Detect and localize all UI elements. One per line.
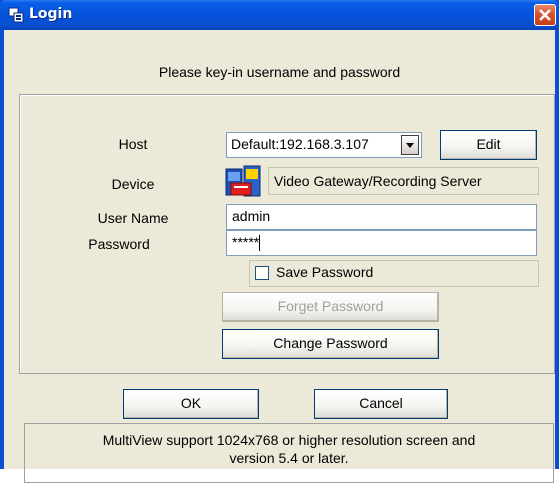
username-label: User Name	[97, 210, 169, 226]
text-cursor	[259, 235, 261, 252]
login-window-icon	[8, 7, 24, 23]
host-label: Host	[118, 136, 148, 152]
edit-button[interactable]: Edit	[440, 130, 537, 160]
device-label: Device	[111, 176, 155, 192]
username-input[interactable]: admin	[226, 204, 537, 230]
cancel-button[interactable]: Cancel	[314, 389, 448, 419]
close-icon	[539, 9, 551, 21]
ok-button[interactable]: OK	[123, 389, 259, 419]
save-password-label[interactable]: Save Password	[276, 264, 373, 280]
device-value: Video Gateway/Recording Server	[274, 173, 482, 189]
resolution-info: MultiView support 1024x768 or higher res…	[24, 423, 554, 483]
host-select-value: Default:192.168.3.107	[231, 136, 369, 152]
password-value: *****	[232, 234, 260, 250]
info-line-1: MultiView support 1024x768 or higher res…	[102, 432, 476, 448]
close-button[interactable]	[534, 4, 556, 26]
instruction-heading: Please key-in username and password	[158, 64, 401, 80]
info-line-2: version 5.4 or later.	[229, 450, 349, 466]
device-display: Video Gateway/Recording Server	[268, 167, 539, 195]
window-title: Login	[29, 6, 73, 22]
password-input[interactable]: *****	[226, 230, 537, 256]
password-label: Password	[88, 236, 150, 252]
host-select[interactable]: Default:192.168.3.107	[226, 132, 422, 158]
title-bar[interactable]: Login	[0, 0, 559, 30]
dialog-client-area: Please key-in username and password Host…	[4, 30, 555, 483]
change-password-button[interactable]: Change Password	[222, 329, 439, 359]
save-password-checkbox[interactable]	[255, 266, 269, 280]
login-window: Login Please key-in username and passwor…	[0, 0, 559, 483]
forget-password-button[interactable]: Forget Password	[222, 292, 439, 322]
chevron-down-icon	[406, 143, 414, 148]
host-dropdown-button[interactable]	[401, 135, 419, 155]
video-gateway-icon	[225, 165, 261, 197]
